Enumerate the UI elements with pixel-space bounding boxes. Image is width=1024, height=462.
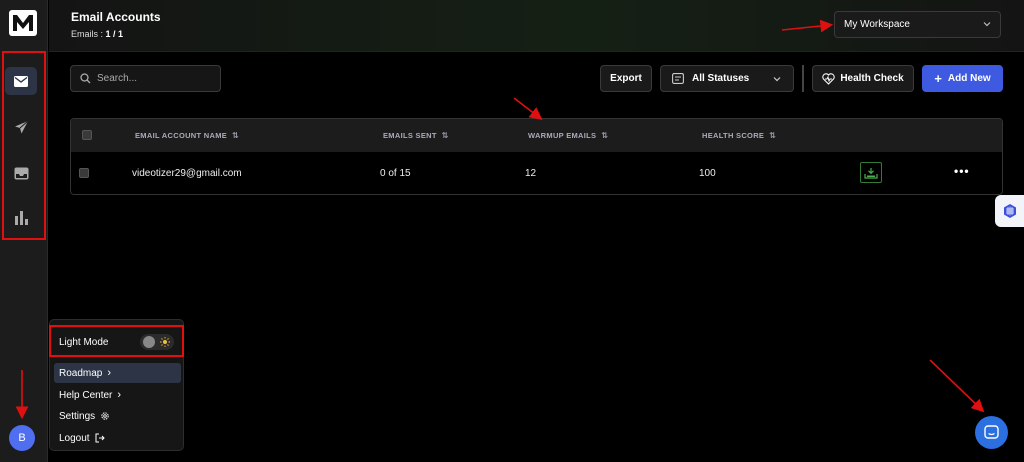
menu-item-label: Help Center xyxy=(59,389,113,401)
column-header-warmup[interactable]: WARMUP EMAILS ⇅ xyxy=(528,131,608,140)
cell-health-score: 100 xyxy=(699,168,716,179)
table-header: EMAIL ACCOUNT NAME ⇅ EMAILS SENT ⇅ WARMU… xyxy=(71,119,1002,152)
table-row[interactable]: videotizer29@gmail.com 0 of 15 12 100 ••… xyxy=(71,152,1002,194)
column-header-label: HEALTH SCORE xyxy=(702,131,765,140)
workspace-selector[interactable]: My Workspace xyxy=(834,11,1001,38)
column-header-email[interactable]: EMAIL ACCOUNT NAME ⇅ xyxy=(135,131,239,140)
column-header-emails-sent[interactable]: EMAILS SENT ⇅ xyxy=(383,131,449,140)
search-icon xyxy=(80,73,91,84)
annotation-box-nav xyxy=(2,51,46,240)
email-count: Emails : 1 / 1 xyxy=(71,29,123,39)
menu-item-label: Logout xyxy=(59,432,90,444)
add-new-button[interactable]: + Add New xyxy=(922,65,1003,92)
export-button[interactable]: Export xyxy=(600,65,652,92)
sort-icon: ⇅ xyxy=(769,131,777,140)
search-input[interactable] xyxy=(97,73,207,84)
row-more-menu-icon[interactable]: ••• xyxy=(954,164,970,178)
status-filter-label: All Statuses xyxy=(692,73,750,84)
chevron-right-icon: › xyxy=(107,367,112,379)
cell-emails-sent: 0 of 15 xyxy=(380,168,411,179)
health-check-label: Health Check xyxy=(840,73,904,84)
sort-icon: ⇅ xyxy=(441,131,449,140)
menu-item-logout[interactable]: Logout xyxy=(54,428,181,448)
plus-icon: + xyxy=(934,71,942,86)
page-title: Email Accounts xyxy=(71,10,161,24)
select-all-checkbox[interactable] xyxy=(82,130,92,140)
page-header: Email Accounts Emails : 1 / 1 My Workspa… xyxy=(49,0,1024,52)
menu-item-help-center[interactable]: Help Center › xyxy=(54,385,181,405)
column-header-health[interactable]: HEALTH SCORE ⇅ xyxy=(702,131,776,140)
heart-pulse-icon xyxy=(822,72,835,85)
column-header-label: EMAIL ACCOUNT NAME xyxy=(135,131,228,140)
export-button-label: Export xyxy=(610,73,642,84)
cell-warmup: 12 xyxy=(525,168,537,179)
chat-launcher-button[interactable] xyxy=(975,416,1008,449)
menu-item-label: Roadmap xyxy=(59,367,103,379)
gear-icon xyxy=(101,412,109,420)
side-widget-button[interactable] xyxy=(995,195,1024,227)
download-report-icon xyxy=(864,167,878,179)
sort-icon: ⇅ xyxy=(232,131,240,140)
logout-icon xyxy=(95,433,105,443)
annotation-box-light-mode xyxy=(49,325,184,357)
search-box[interactable] xyxy=(70,65,221,92)
chat-icon xyxy=(984,425,999,439)
logo-m-icon xyxy=(13,15,33,31)
annotation-arrow-chat xyxy=(929,359,985,413)
email-count-value: 1 / 1 xyxy=(105,29,124,39)
menu-item-label: Settings xyxy=(59,410,96,422)
workspace-label: My Workspace xyxy=(844,19,910,30)
user-avatar[interactable]: B xyxy=(9,425,35,451)
status-filter-icon xyxy=(672,73,684,84)
row-checkbox[interactable] xyxy=(79,168,89,178)
column-header-label: EMAILS SENT xyxy=(383,131,437,140)
hexagon-grid-icon xyxy=(1003,204,1016,218)
app-logo[interactable] xyxy=(9,10,37,36)
annotation-arrow-warmup xyxy=(513,97,543,120)
menu-item-settings[interactable]: Settings xyxy=(54,406,181,426)
health-report-button[interactable] xyxy=(860,162,882,183)
health-check-button[interactable]: Health Check xyxy=(812,65,914,92)
add-new-label: Add New xyxy=(947,73,991,84)
status-filter-dropdown[interactable]: All Statuses xyxy=(660,65,794,92)
chevron-right-icon: › xyxy=(117,389,122,401)
toolbar-divider xyxy=(802,65,804,92)
chevron-down-icon xyxy=(983,22,991,27)
email-accounts-table: EMAIL ACCOUNT NAME ⇅ EMAILS SENT ⇅ WARMU… xyxy=(70,118,1003,195)
cell-email: videotizer29@gmail.com xyxy=(132,168,242,179)
sort-icon: ⇅ xyxy=(601,131,609,140)
column-header-label: WARMUP EMAILS xyxy=(528,131,597,140)
chevron-down-icon xyxy=(773,77,781,82)
menu-item-roadmap[interactable]: Roadmap › xyxy=(54,363,181,383)
email-count-label: Emails : xyxy=(71,29,104,39)
